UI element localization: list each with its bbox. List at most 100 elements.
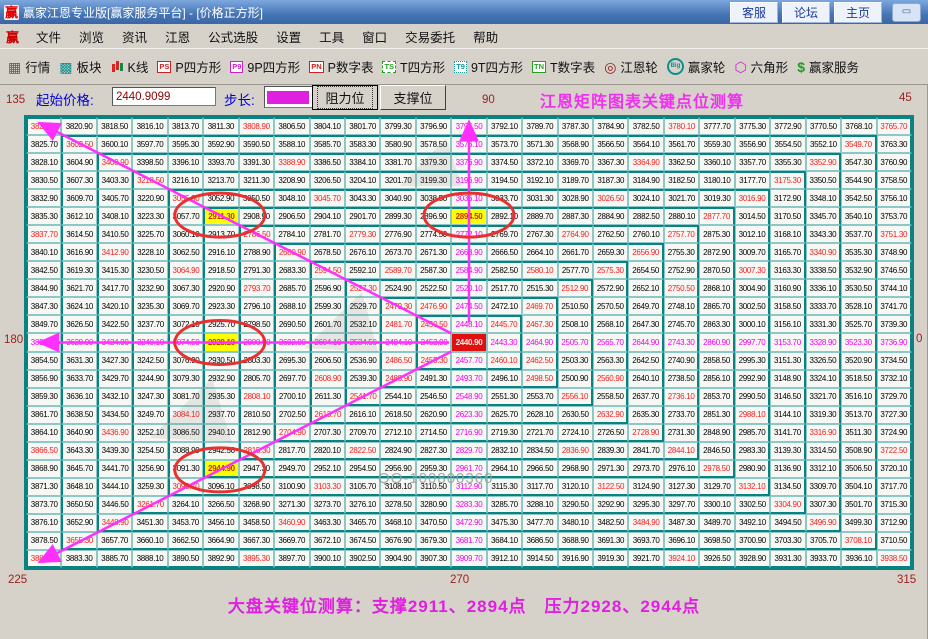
grid-cell[interactable]: 2836.90 bbox=[558, 442, 593, 460]
grid-cell[interactable]: 3823.30 bbox=[26, 117, 61, 135]
grid-cell[interactable]: 2844.10 bbox=[664, 442, 699, 460]
grid-cell[interactable]: 2760.10 bbox=[628, 225, 663, 243]
grid-cell[interactable]: 3028.90 bbox=[558, 189, 593, 207]
grid-cell[interactable]: 3141.70 bbox=[770, 424, 805, 442]
grid-cell[interactable]: 2685.70 bbox=[274, 279, 309, 297]
grid-cell[interactable]: 2707.30 bbox=[310, 424, 345, 442]
grid-cell[interactable]: 3204.10 bbox=[345, 171, 380, 189]
grid-cell[interactable]: 2673.70 bbox=[380, 243, 415, 261]
grid-cell[interactable]: 2448.10 bbox=[451, 315, 486, 333]
grid-cell[interactable]: 3328.90 bbox=[806, 333, 841, 351]
grid-cell[interactable]: 3573.70 bbox=[487, 135, 522, 153]
grid-cell[interactable]: 3088.90 bbox=[168, 442, 203, 460]
grid-cell[interactable]: 3484.90 bbox=[628, 514, 663, 532]
grid-cell[interactable]: 2580.10 bbox=[522, 261, 557, 279]
grid-cell[interactable]: 3936.10 bbox=[841, 550, 876, 568]
grid-cell[interactable]: 2582.50 bbox=[487, 261, 522, 279]
grid-cell[interactable]: 2654.50 bbox=[628, 261, 663, 279]
grid-cell[interactable]: 3302.50 bbox=[735, 496, 770, 514]
grid-cell[interactable]: 2966.50 bbox=[522, 460, 557, 478]
grid-cell[interactable]: 2990.50 bbox=[735, 388, 770, 406]
grid-cell[interactable]: 3206.50 bbox=[310, 171, 345, 189]
grid-cell[interactable]: 3727.30 bbox=[877, 406, 912, 424]
toolbar-button-9P四方形[interactable]: P99P四方形 bbox=[230, 57, 300, 76]
grid-cell[interactable]: 3196.90 bbox=[451, 171, 486, 189]
grid-cell[interactable]: 3796.90 bbox=[416, 117, 451, 135]
grid-cell[interactable]: 2575.30 bbox=[593, 261, 628, 279]
grid-cell[interactable]: 2671.30 bbox=[416, 243, 451, 261]
grid-cell[interactable]: 3746.50 bbox=[877, 261, 912, 279]
grid-cell[interactable]: 3400.90 bbox=[97, 153, 132, 171]
grid-cell[interactable]: 2822.50 bbox=[345, 442, 380, 460]
grid-cell[interactable]: 3103.30 bbox=[310, 478, 345, 496]
grid-cell[interactable]: 3888.10 bbox=[132, 550, 167, 568]
grid-cell[interactable]: 3244.90 bbox=[132, 370, 167, 388]
grid-cell[interactable]: 3801.70 bbox=[345, 117, 380, 135]
toolbar-button-T数字表[interactable]: TNT数字表 bbox=[532, 57, 595, 76]
grid-cell[interactable]: 3172.90 bbox=[770, 189, 805, 207]
grid-cell[interactable]: 3122.50 bbox=[593, 478, 628, 496]
grid-cell[interactable]: 3180.10 bbox=[699, 171, 734, 189]
grid-cell[interactable]: 2954.50 bbox=[345, 460, 380, 478]
grid-cell[interactable]: 2738.50 bbox=[664, 370, 699, 388]
grid-cell[interactable]: 2820.10 bbox=[310, 442, 345, 460]
grid-cell[interactable]: 3160.90 bbox=[770, 279, 805, 297]
grid-cell[interactable]: 3760.90 bbox=[877, 153, 912, 171]
grid-cell[interactable]: 3434.50 bbox=[97, 406, 132, 424]
grid-cell[interactable]: 2445.70 bbox=[487, 315, 522, 333]
grid-cell[interactable]: 2829.70 bbox=[451, 442, 486, 460]
grid-cell[interactable]: 2712.10 bbox=[380, 424, 415, 442]
grid-cell[interactable]: 3715.30 bbox=[877, 496, 912, 514]
grid-cell[interactable]: 2805.70 bbox=[239, 370, 274, 388]
grid-cell[interactable]: 3684.10 bbox=[487, 532, 522, 550]
grid-cell[interactable]: 3609.70 bbox=[61, 189, 96, 207]
grid-cell[interactable]: 3314.50 bbox=[806, 442, 841, 460]
grid-cell[interactable]: 3000.10 bbox=[735, 315, 770, 333]
grid-cell[interactable]: 3741.70 bbox=[877, 297, 912, 315]
grid-cell[interactable]: 3638.50 bbox=[61, 406, 96, 424]
grid-cell[interactable]: 2491.30 bbox=[416, 370, 451, 388]
grid-cell[interactable]: 3074.50 bbox=[168, 333, 203, 351]
grid-cell[interactable]: 2625.70 bbox=[487, 406, 522, 424]
grid-cell[interactable]: 3276.10 bbox=[345, 496, 380, 514]
grid-cell[interactable]: 3249.70 bbox=[132, 406, 167, 424]
grid-cell[interactable]: 3280.90 bbox=[416, 496, 451, 514]
grid-cell[interactable]: 3806.50 bbox=[274, 117, 309, 135]
grid-cell[interactable]: 2515.30 bbox=[522, 279, 557, 297]
grid-cell[interactable]: 3004.90 bbox=[735, 279, 770, 297]
grid-cell[interactable]: 2623.30 bbox=[451, 406, 486, 424]
grid-cell[interactable]: 3568.90 bbox=[558, 135, 593, 153]
grid-cell[interactable]: 2875.30 bbox=[699, 225, 734, 243]
menu-item[interactable]: 工具 bbox=[319, 27, 344, 46]
toolbar-button-赢家轮[interactable]: Big赢家轮 bbox=[667, 57, 726, 76]
grid-cell[interactable]: 3264.10 bbox=[168, 496, 203, 514]
grid-cell[interactable]: 3561.70 bbox=[664, 135, 699, 153]
grid-cell[interactable]: 2556.10 bbox=[558, 388, 593, 406]
grid-cell[interactable]: 3158.50 bbox=[770, 297, 805, 315]
grid-cell[interactable]: 3784.90 bbox=[593, 117, 628, 135]
grid-cell[interactable]: 3717.70 bbox=[877, 478, 912, 496]
grid-cell[interactable]: 3756.10 bbox=[877, 189, 912, 207]
grid-cell[interactable]: 3782.50 bbox=[628, 117, 663, 135]
grid-cell[interactable]: 2978.50 bbox=[699, 460, 734, 478]
toolbar-button-T四方形[interactable]: TST四方形 bbox=[382, 57, 445, 76]
grid-cell[interactable]: 2570.50 bbox=[593, 297, 628, 315]
grid-cell[interactable]: 2930.50 bbox=[203, 352, 238, 370]
grid-cell[interactable]: 2935.30 bbox=[203, 388, 238, 406]
grid-cell[interactable]: 3031.30 bbox=[522, 189, 557, 207]
grid-cell[interactable]: 3835.30 bbox=[26, 207, 61, 225]
grid-cell[interactable]: 3753.70 bbox=[877, 207, 912, 225]
grid-cell[interactable]: 3134.50 bbox=[770, 478, 805, 496]
grid-cell[interactable]: 2988.10 bbox=[735, 406, 770, 424]
grid-cell[interactable]: 3069.70 bbox=[168, 297, 203, 315]
grid-cell[interactable]: 3019.30 bbox=[699, 189, 734, 207]
grid-cell[interactable]: 2628.10 bbox=[522, 406, 557, 424]
grid-cell[interactable]: 3057.70 bbox=[168, 207, 203, 225]
grid-cell[interactable]: 3170.50 bbox=[770, 207, 805, 225]
grid-cell[interactable]: 2721.70 bbox=[522, 424, 557, 442]
grid-cell[interactable]: 3208.90 bbox=[274, 171, 309, 189]
grid-cell[interactable]: 2460.10 bbox=[487, 352, 522, 370]
grid-cell[interactable]: 3768.10 bbox=[841, 117, 876, 135]
grid-cell[interactable]: 3451.30 bbox=[132, 514, 167, 532]
grid-cell[interactable]: 3199.30 bbox=[416, 171, 451, 189]
